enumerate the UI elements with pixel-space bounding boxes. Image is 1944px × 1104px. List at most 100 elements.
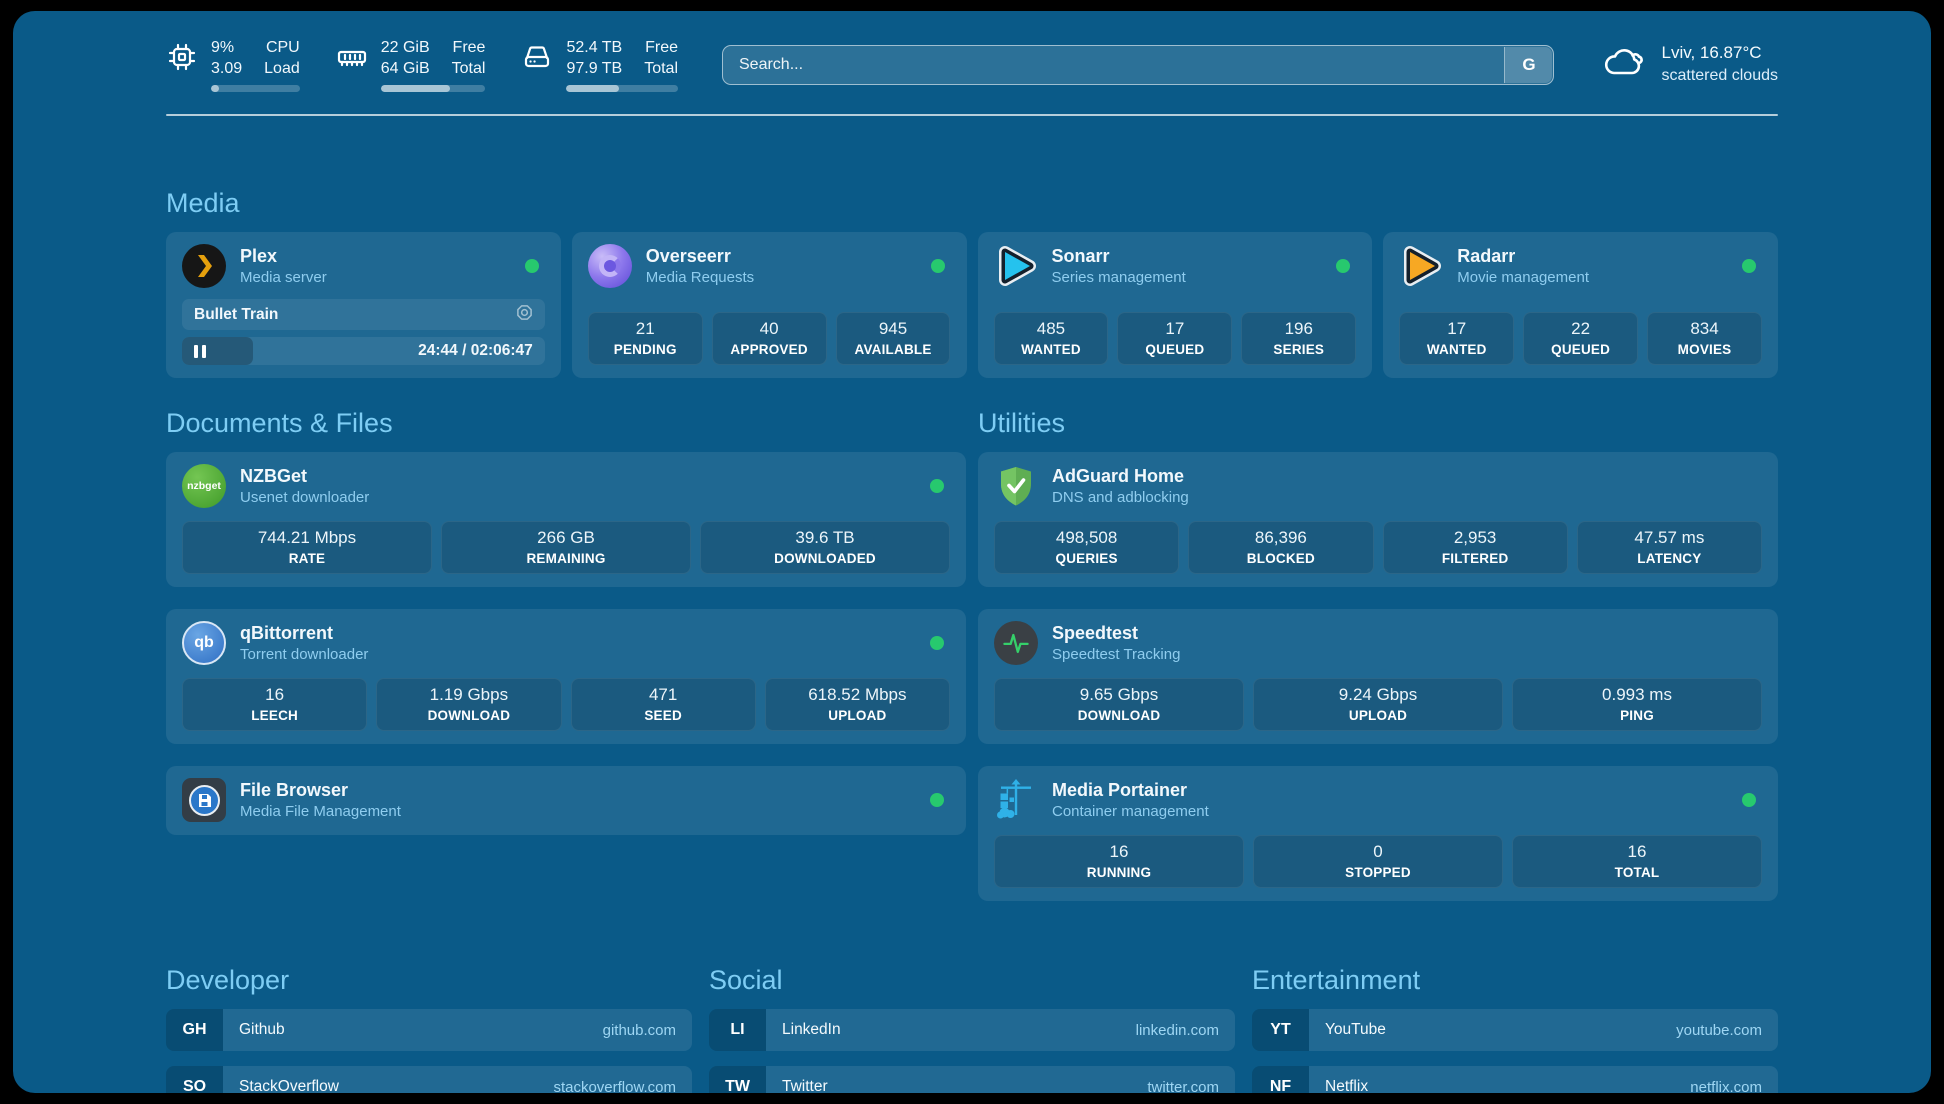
plex-link[interactable]: Plex Media server xyxy=(182,244,545,288)
memory-labels: Free Total xyxy=(452,37,486,79)
section-title-developer: Developer xyxy=(166,965,692,996)
stat-approved: 40 APPROVED xyxy=(712,312,827,365)
bookmark-name: LinkedIn xyxy=(782,1021,841,1039)
sonarr-link[interactable]: Sonarr Series management xyxy=(994,244,1357,288)
plex-icon xyxy=(182,244,226,288)
bookmark-netflix[interactable]: NF Netflix netflix.com xyxy=(1252,1066,1778,1093)
pause-button[interactable] xyxy=(194,345,206,358)
stat-ping: 0.993 ms PING xyxy=(1512,678,1762,731)
search-input[interactable] xyxy=(722,45,1554,85)
disk-progressbar xyxy=(566,85,678,92)
dashboard: 9% 3.09 CPU Load xyxy=(13,11,1931,1093)
memory-values: 22 GiB 64 GiB xyxy=(381,37,430,79)
topbar-divider xyxy=(166,114,1778,116)
sonarr-icon xyxy=(994,244,1038,288)
stat-pending: 21 PENDING xyxy=(588,312,703,365)
bookmark-name: Github xyxy=(239,1021,285,1039)
bookmark-abbr: LI xyxy=(709,1009,766,1051)
filebrowser-link[interactable]: File Browser Media File Management xyxy=(182,778,950,822)
section-title-documents: Documents & Files xyxy=(166,408,966,439)
camera-icon[interactable] xyxy=(516,304,533,326)
section-title-social: Social xyxy=(709,965,1235,996)
disk-labels: Free Total xyxy=(644,37,678,79)
bookmark-domain: youtube.com xyxy=(1676,1022,1762,1039)
overseerr-link[interactable]: Overseerr Media Requests xyxy=(588,244,951,288)
radarr-link[interactable]: Radarr Movie management xyxy=(1399,244,1762,288)
speedtest-subtitle: Speedtest Tracking xyxy=(1052,646,1180,665)
nzbget-status-dot xyxy=(930,479,944,493)
adguard-subtitle: DNS and adblocking xyxy=(1052,489,1189,508)
weather-widget: Lviv, 16.87°C scattered clouds xyxy=(1602,42,1778,87)
overseerr-status-dot xyxy=(931,259,945,273)
bookmark-stackoverflow[interactable]: SO StackOverflow stackoverflow.com xyxy=(166,1066,692,1093)
portainer-card: Media Portainer Container management 16 … xyxy=(978,766,1778,901)
bookmark-name: Netflix xyxy=(1325,1078,1368,1093)
screen: 9% 3.09 CPU Load xyxy=(0,0,1944,1104)
stat-wanted: 485 WANTED xyxy=(994,312,1109,365)
overseerr-subtitle: Media Requests xyxy=(646,269,754,288)
bookmark-github[interactable]: GH Github github.com xyxy=(166,1009,692,1051)
section-title-entertainment: Entertainment xyxy=(1252,965,1778,996)
radarr-card: Radarr Movie management 17 WANTED 22 QUE… xyxy=(1383,232,1778,378)
speedtest-link[interactable]: Speedtest Speedtest Tracking xyxy=(994,621,1762,665)
sonarr-status-dot xyxy=(1336,259,1350,273)
adguard-icon xyxy=(994,464,1038,508)
nzbget-subtitle: Usenet downloader xyxy=(240,489,369,508)
bookmark-youtube[interactable]: YT YouTube youtube.com xyxy=(1252,1009,1778,1051)
stat-latency: 47.57 ms LATENCY xyxy=(1577,521,1762,574)
plex-progress-fill xyxy=(182,337,253,365)
bookmark-domain: netflix.com xyxy=(1690,1079,1762,1093)
overseerr-icon xyxy=(588,244,632,288)
speedtest-card: Speedtest Speedtest Tracking 9.65 Gbps D… xyxy=(978,609,1778,744)
memory-progressbar xyxy=(381,85,486,92)
bookmark-domain: github.com xyxy=(603,1022,676,1039)
section-title-utilities: Utilities xyxy=(978,408,1778,439)
qbittorrent-link[interactable]: qb qBittorrent Torrent downloader xyxy=(182,621,950,665)
radarr-subtitle: Movie management xyxy=(1457,269,1589,288)
stat-remaining: 266 GB REMAINING xyxy=(441,521,691,574)
bookmark-name: Twitter xyxy=(782,1078,828,1093)
stat-rate: 744.21 Mbps RATE xyxy=(182,521,432,574)
disk-icon xyxy=(521,41,553,73)
nzbget-name: NZBGet xyxy=(240,465,369,488)
stat-total: 16 TOTAL xyxy=(1512,835,1762,888)
filebrowser-card: File Browser Media File Management xyxy=(166,766,966,835)
bookmark-abbr: GH xyxy=(166,1009,223,1051)
plex-progress-row: 24:44 / 02:06:47 xyxy=(182,337,545,365)
memory-icon xyxy=(336,41,368,73)
stat-download: 9.65 Gbps DOWNLOAD xyxy=(994,678,1244,731)
qbittorrent-card: qb qBittorrent Torrent downloader 16 LEE… xyxy=(166,609,966,744)
qbittorrent-subtitle: Torrent downloader xyxy=(240,646,368,665)
overseerr-name: Overseerr xyxy=(646,245,754,268)
nzbget-link[interactable]: nzbget NZBGet Usenet downloader xyxy=(182,464,950,508)
search-bar: G xyxy=(722,45,1554,85)
qbittorrent-name: qBittorrent xyxy=(240,622,368,645)
search-go-button[interactable]: G xyxy=(1504,47,1552,83)
bookmark-twitter[interactable]: TW Twitter twitter.com xyxy=(709,1066,1235,1093)
section-title-media: Media xyxy=(166,188,1778,219)
nzbget-card: nzbget NZBGet Usenet downloader 744.21 M… xyxy=(166,452,966,587)
speedtest-icon xyxy=(994,621,1038,665)
sonarr-subtitle: Series management xyxy=(1052,269,1186,288)
cpu-progressbar xyxy=(211,85,300,92)
portainer-link[interactable]: Media Portainer Container management xyxy=(994,778,1762,822)
stat-available: 945 AVAILABLE xyxy=(836,312,951,365)
disk-widget: 52.4 TB 97.9 TB Free Total xyxy=(521,37,678,92)
bookmark-abbr: NF xyxy=(1252,1066,1309,1093)
memory-widget: 22 GiB 64 GiB Free Total xyxy=(336,37,486,92)
cpu-labels: CPU Load xyxy=(264,37,300,79)
radarr-status-dot xyxy=(1742,259,1756,273)
bookmark-linkedin[interactable]: LI LinkedIn linkedin.com xyxy=(709,1009,1235,1051)
adguard-link[interactable]: AdGuard Home DNS and adblocking xyxy=(994,464,1762,508)
bookmark-abbr: TW xyxy=(709,1066,766,1093)
plex-card: Plex Media server Bullet Train xyxy=(166,232,561,378)
radarr-icon xyxy=(1399,244,1443,288)
speedtest-name: Speedtest xyxy=(1052,622,1180,645)
stat-movies: 834 MOVIES xyxy=(1647,312,1762,365)
stat-queued: 17 QUEUED xyxy=(1117,312,1232,365)
portainer-status-dot xyxy=(1742,793,1756,807)
stat-queued: 22 QUEUED xyxy=(1523,312,1638,365)
disk-values: 52.4 TB 97.9 TB xyxy=(566,37,622,79)
plex-status-dot xyxy=(525,259,539,273)
qbittorrent-status-dot xyxy=(930,636,944,650)
